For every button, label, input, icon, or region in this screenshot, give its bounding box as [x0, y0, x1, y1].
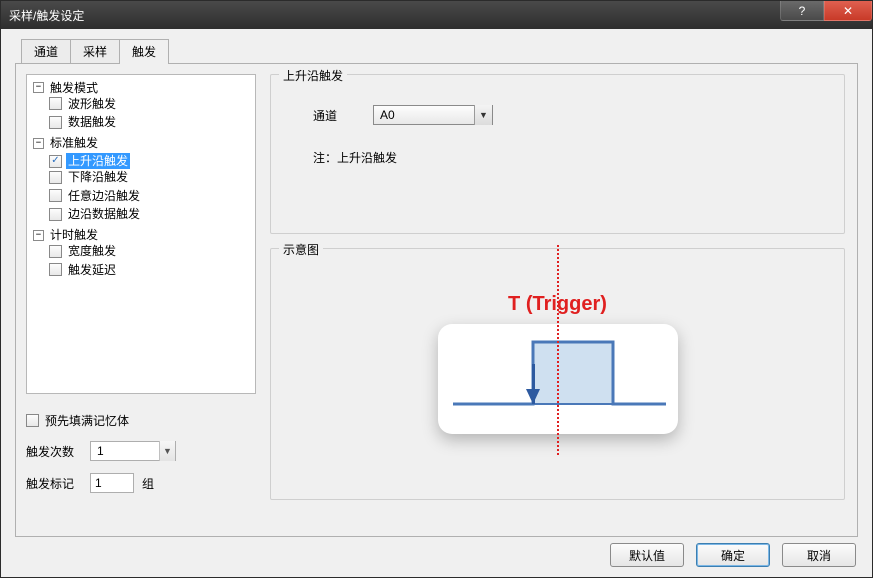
schematic-group: 示意图 T (Trigger) [270, 248, 845, 500]
ok-button[interactable]: 确定 [696, 543, 770, 567]
tab-label: 采样 [83, 45, 107, 59]
tab-label: 触发 [132, 45, 156, 59]
schematic-area: T (Trigger) [438, 293, 678, 434]
check-icon: ✓ [51, 153, 59, 169]
button-label: 默认值 [629, 547, 665, 564]
checkbox[interactable] [49, 116, 62, 129]
checkbox[interactable] [49, 97, 62, 110]
trigger-mark-row: 触发标记 1 组 [26, 473, 256, 493]
channel-label: 通道 [313, 107, 353, 124]
tab-trigger[interactable]: 触发 [119, 39, 169, 64]
trigger-label: T (Trigger) [438, 293, 678, 316]
tabstrip: 通道 采样 触发 [21, 39, 858, 64]
note-row: 注：上升沿触发 [313, 149, 832, 166]
chevron-down-icon[interactable]: ▼ [159, 441, 175, 461]
expander-icon[interactable]: − [33, 82, 44, 93]
channel-value: A0 [380, 108, 395, 122]
cancel-button[interactable]: 取消 [782, 543, 856, 567]
trigger-count-value: 1 [97, 444, 104, 458]
trigger-count-label: 触发次数 [26, 443, 82, 460]
checkbox[interactable] [49, 208, 62, 221]
tree-group-label[interactable]: 触发模式 [48, 80, 100, 96]
rising-edge-group: 上升沿触发 通道 A0 ▼ 注：上升沿触发 [270, 74, 845, 234]
tree-item: ✓ 上升沿触发 [49, 151, 253, 169]
expander-icon[interactable]: − [33, 230, 44, 241]
tree-item-label[interactable]: 下降沿触发 [66, 169, 130, 185]
dialog-window: 采样/触发设定 ? ✕ 通道 采样 触发 [0, 0, 873, 578]
trigger-mark-input[interactable]: 1 [90, 473, 134, 493]
chevron-down-icon[interactable]: ▼ [474, 105, 492, 125]
tree-item: 下降沿触发 [49, 169, 253, 188]
tree-item-label[interactable]: 数据触发 [66, 114, 118, 130]
tree-item-label[interactable]: 触发延迟 [66, 262, 118, 278]
expander-icon[interactable]: − [33, 138, 44, 149]
checkbox[interactable] [49, 263, 62, 276]
waveform-icon [438, 324, 678, 434]
tree-item: 波形触发 [49, 96, 253, 115]
tree-item-label[interactable]: 边沿数据触发 [66, 206, 142, 222]
trigger-tree[interactable]: − 触发模式 波形触发 [26, 74, 256, 394]
tree-item: 宽度触发 [49, 243, 253, 262]
trigger-mark-suffix: 组 [142, 475, 154, 492]
window-title: 采样/触发设定 [9, 7, 84, 24]
dialog-buttons: 默认值 确定 取消 [610, 543, 856, 567]
note-text: 注：上升沿触发 [313, 151, 397, 165]
channel-combo[interactable]: A0 ▼ [373, 105, 493, 125]
tree-item-label[interactable]: 宽度触发 [66, 243, 118, 259]
checkbox[interactable] [49, 171, 62, 184]
tree-item-label[interactable]: 任意边沿触发 [66, 188, 142, 204]
tab-channel[interactable]: 通道 [21, 39, 71, 64]
button-label: 取消 [807, 547, 831, 564]
trigger-mark-label: 触发标记 [26, 475, 82, 492]
default-button[interactable]: 默认值 [610, 543, 684, 567]
tree-item: 任意边沿触发 [49, 188, 253, 207]
help-icon: ? [799, 4, 806, 18]
tab-sampling[interactable]: 采样 [70, 39, 120, 64]
trigger-count-combo[interactable]: 1 ▼ [90, 441, 176, 461]
help-button[interactable]: ? [780, 1, 824, 21]
tab-label: 通道 [34, 45, 58, 59]
client-area: 通道 采样 触发 − 触发模式 [1, 29, 872, 577]
button-label: 确定 [721, 547, 745, 564]
prefill-row: 预先填满记忆体 [26, 412, 256, 429]
tree-group-label[interactable]: 标准触发 [48, 135, 100, 151]
close-icon: ✕ [843, 4, 853, 18]
tab-body: − 触发模式 波形触发 [15, 63, 858, 537]
tree-group: − 标准触发 ✓ 上升沿触发 [33, 133, 253, 225]
tree-group: − 计时触发 宽度触发 [33, 225, 253, 281]
schematic-title: 示意图 [279, 241, 323, 258]
right-column: 上升沿触发 通道 A0 ▼ 注：上升沿触发 示意图 [270, 74, 845, 524]
checkbox[interactable] [49, 189, 62, 202]
prefill-label: 预先填满记忆体 [45, 412, 129, 429]
channel-row: 通道 A0 ▼ [313, 105, 832, 125]
prefill-checkbox[interactable] [26, 414, 39, 427]
close-button[interactable]: ✕ [824, 1, 872, 21]
tree-item: 数据触发 [49, 114, 253, 133]
window-controls: ? ✕ [780, 1, 872, 21]
tree-item-label-selected[interactable]: 上升沿触发 [66, 153, 130, 169]
left-options: 预先填满记忆体 触发次数 1 ▼ 触发标记 1 组 [26, 406, 256, 505]
tree-item-label[interactable]: 波形触发 [66, 96, 118, 112]
tree-item: 触发延迟 [49, 262, 253, 281]
checkbox[interactable] [49, 245, 62, 258]
trigger-mark-value: 1 [95, 476, 102, 490]
titlebar[interactable]: 采样/触发设定 ? ✕ [1, 1, 872, 29]
trigger-count-row: 触发次数 1 ▼ [26, 441, 256, 461]
checkbox-checked[interactable]: ✓ [49, 155, 62, 168]
tree-group-label[interactable]: 计时触发 [48, 227, 100, 243]
schematic-card [438, 324, 678, 434]
rising-edge-title: 上升沿触发 [279, 67, 347, 84]
tree-item: 边沿数据触发 [49, 206, 253, 225]
tree-group: − 触发模式 波形触发 [33, 77, 253, 133]
